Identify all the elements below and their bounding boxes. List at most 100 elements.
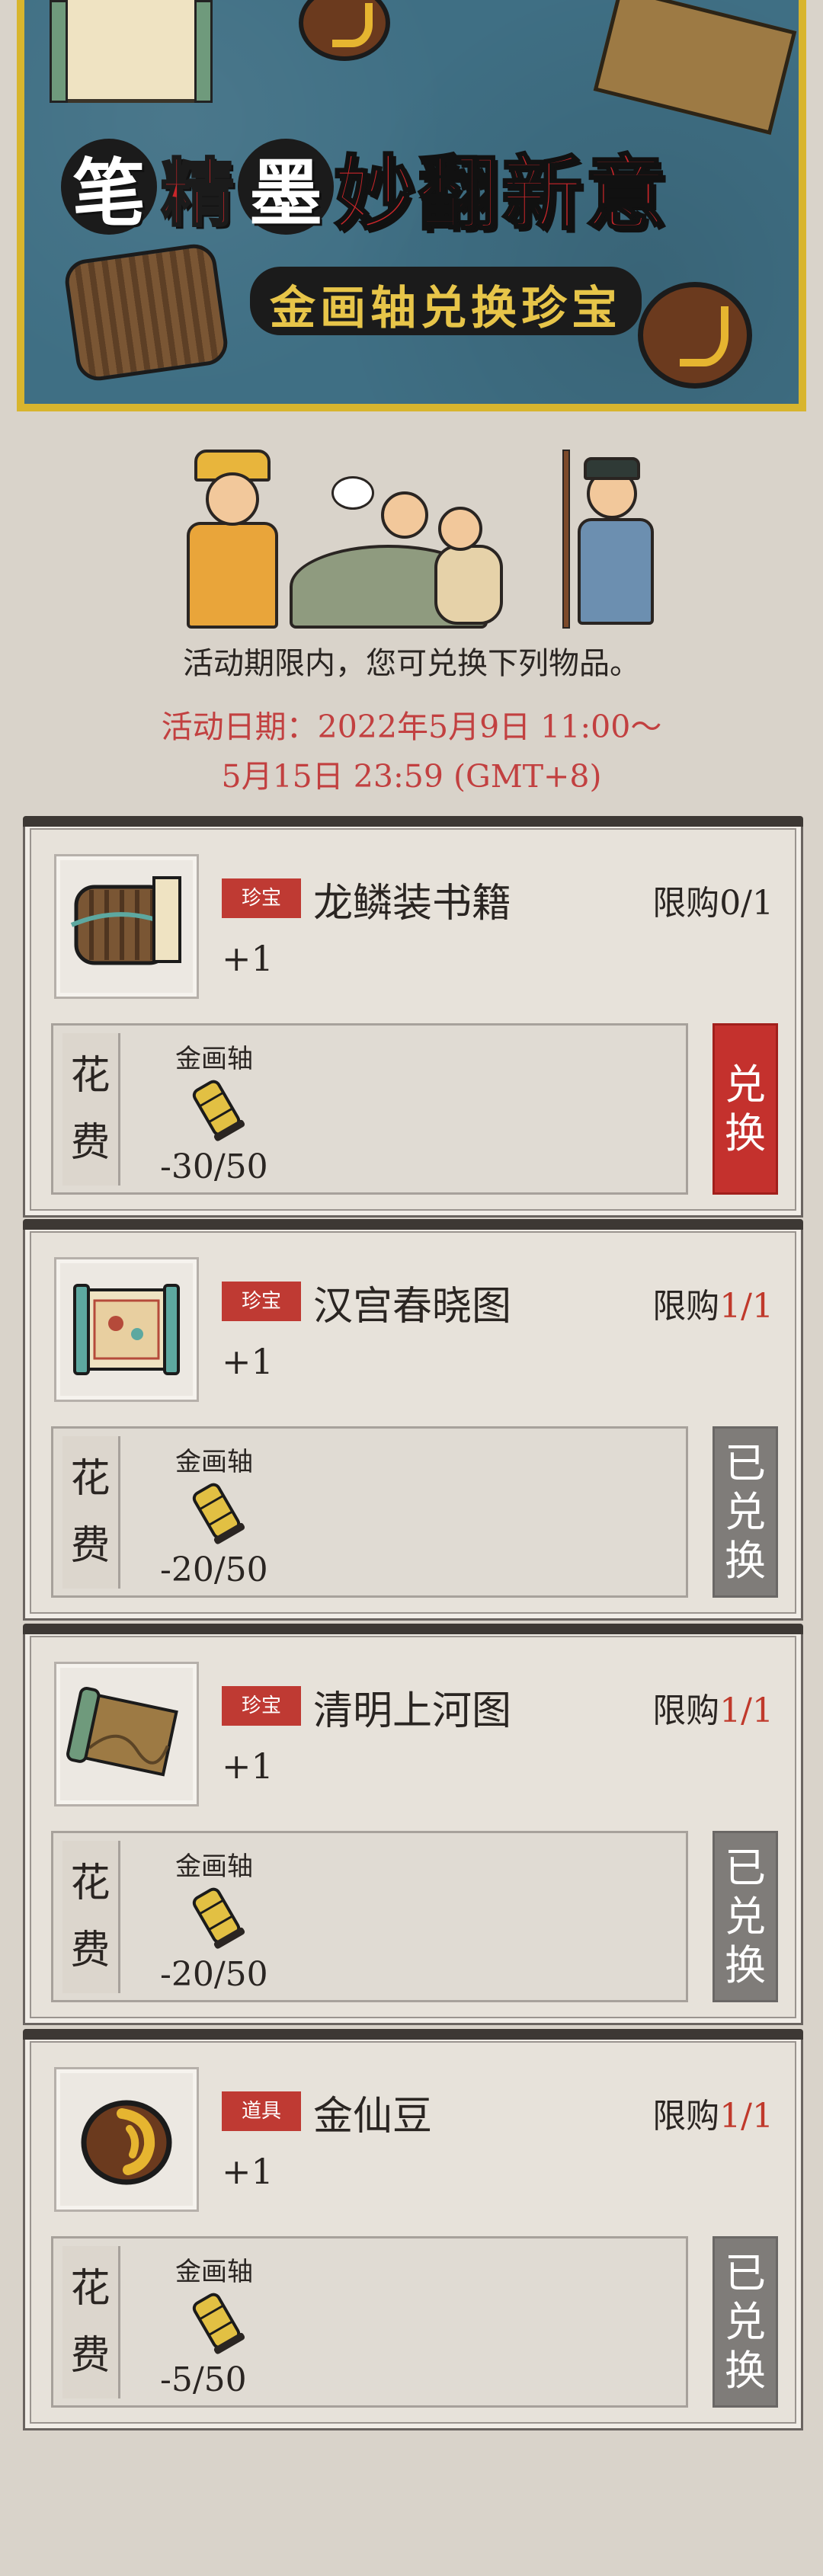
card-edge [23, 2029, 803, 2040]
cost-label-char-1: 花 [70, 1053, 110, 1099]
exchange-card: 珍宝 清明上河图 限购1/1 +1 花 费 金画轴 -20/50 已 兑 换 [23, 1624, 803, 2025]
cost-label: 花 费 [62, 2246, 120, 2398]
exchange-button-char: 兑 [725, 2297, 766, 2346]
golden-bean-icon [81, 2100, 172, 2185]
item-name: 龙鳞装书籍 [313, 881, 512, 926]
exchanged-button[interactable]: 已 兑 换 [713, 1426, 778, 1598]
title-char-2: 精 [160, 149, 235, 237]
golden-scroll-icon [192, 1483, 245, 1544]
item-image-frame[interactable] [54, 2067, 199, 2212]
item-quantity: +1 [222, 1746, 274, 1787]
banner-subtitle: 金画轴兑换珍宝 [250, 267, 642, 335]
exchanged-button[interactable]: 已 兑 换 [713, 2236, 778, 2408]
title-char-1: 笔 [61, 139, 157, 236]
exchange-button-char: 兑 [725, 1487, 766, 1536]
golden-scroll-icon [192, 1080, 245, 1141]
exchange-button-char: 换 [725, 1941, 766, 1989]
cost-panel: 花 费 金画轴 -5/50 [51, 2236, 688, 2408]
cost-count: -20/50 [160, 1955, 268, 1994]
golden-bean-decoration-icon [638, 282, 752, 389]
event-description: 活动期限内，您可兑换下列物品。 [183, 646, 640, 681]
golden-scroll-icon [192, 1887, 245, 1949]
limit-value: 0/1 [719, 884, 773, 923]
guard-character-icon [556, 450, 663, 629]
item-category-tag: 珍宝 [222, 878, 301, 918]
painting-scroll-decoration-icon [50, 0, 213, 103]
cost-count: -20/50 [160, 1550, 268, 1589]
item-name: 清明上河图 [313, 1688, 512, 1734]
limit-value: 1/1 [719, 1691, 773, 1730]
title-char-3: 墨 [238, 139, 334, 236]
limit-prefix: 限购 [652, 2097, 720, 2136]
exchange-button-char: 已 [725, 2248, 766, 2297]
limit-value: 1/1 [719, 2097, 773, 2136]
item-image-frame[interactable] [54, 1257, 199, 1402]
item-quantity: +1 [222, 938, 274, 979]
cost-panel: 花 费 金画轴 -20/50 [51, 1831, 688, 2002]
cost-label: 花 费 [62, 1841, 120, 1993]
exchange-button-char: 换 [725, 2346, 766, 2395]
cost-label: 花 费 [62, 1436, 120, 1589]
banner-title: 笔 精 墨 妙翻新意 [61, 130, 669, 244]
cost-item-name: 金画轴 [175, 2257, 253, 2287]
characters-illustration [175, 446, 663, 629]
card-edge [23, 1624, 803, 1634]
item-image-frame[interactable] [54, 1662, 199, 1806]
cost-count: -30/50 [160, 1147, 268, 1186]
cost-item-name: 金画轴 [175, 1851, 253, 1882]
card-edge [23, 1219, 803, 1230]
scroll-bundle-icon [70, 876, 181, 965]
event-banner: 笔 精 墨 妙翻新意 金画轴兑换珍宝 [17, 0, 806, 411]
cost-label-char-2: 费 [70, 2333, 110, 2379]
item-category-tag: 道具 [222, 2091, 301, 2131]
cost-label-char-2: 费 [70, 1928, 110, 1973]
exchange-button-char: 换 [725, 1109, 766, 1157]
cost-panel: 花 费 金画轴 -20/50 [51, 1426, 688, 1598]
item-category-tag: 珍宝 [222, 1686, 301, 1726]
golden-scroll-icon [192, 2293, 245, 2354]
item-image-frame[interactable] [54, 854, 199, 999]
exchange-button-char: 已 [725, 1438, 766, 1487]
event-date-line-2: 5月15日 23:59 (GMT+8) [221, 758, 602, 795]
card-edge [23, 816, 803, 827]
purchase-limit: 限购1/1 [652, 2088, 773, 2137]
official-character-icon [175, 450, 290, 629]
exchange-card: 珍宝 龙鳞装书籍 限购0/1 +1 花 费 金画轴 -30/50 兑 换 [23, 816, 803, 1218]
landscape-scroll-icon [66, 1686, 178, 1777]
limit-prefix: 限购 [652, 1691, 720, 1730]
exchange-card: 道具 金仙豆 限购1/1 +1 花 费 金画轴 -5/50 已 兑 换 [23, 2029, 803, 2430]
cost-count: -5/50 [160, 2360, 247, 2399]
item-name: 金仙豆 [313, 2094, 433, 2139]
title-rest: 妙翻新意 [333, 145, 669, 242]
cost-label-char-1: 花 [70, 1456, 110, 1502]
exchanged-button[interactable]: 已 兑 换 [713, 1831, 778, 2002]
cost-label-char-1: 花 [70, 1861, 110, 1906]
cost-label: 花 费 [62, 1033, 120, 1186]
purchase-limit: 限购0/1 [652, 875, 773, 924]
event-date-line-1: 活动日期：2022年5月9日 11:00～ [161, 709, 662, 745]
exchange-card: 珍宝 汉宫春晓图 限购1/1 +1 花 费 金画轴 -20/50 已 兑 换 [23, 1219, 803, 1621]
limit-prefix: 限购 [652, 1287, 720, 1326]
item-category-tag: 珍宝 [222, 1282, 301, 1321]
exchange-button-char: 兑 [725, 1060, 766, 1109]
purchase-limit: 限购1/1 [652, 1683, 773, 1732]
merchant-group-character-icon [290, 461, 518, 629]
scroll-bundle-decoration-icon [62, 241, 231, 384]
limit-prefix: 限购 [652, 884, 720, 923]
item-name: 汉宫春晓图 [313, 1284, 512, 1330]
limit-value: 1/1 [719, 1287, 773, 1326]
exchange-button-char: 换 [725, 1536, 766, 1585]
cost-label-char-1: 花 [70, 2266, 110, 2312]
cost-panel: 花 费 金画轴 -30/50 [51, 1023, 688, 1195]
cost-item-name: 金画轴 [175, 1044, 253, 1074]
cost-label-char-2: 费 [70, 1120, 110, 1166]
painting-scroll-icon [73, 1284, 180, 1375]
cost-item-name: 金画轴 [175, 1447, 253, 1477]
cost-label-char-2: 费 [70, 1523, 110, 1569]
exchange-button[interactable]: 兑 换 [713, 1023, 778, 1195]
purchase-limit: 限购1/1 [652, 1278, 773, 1327]
item-quantity: +1 [222, 2151, 274, 2192]
exchange-button-char: 兑 [725, 1892, 766, 1941]
exchange-button-char: 已 [725, 1843, 766, 1892]
item-quantity: +1 [222, 1341, 274, 1382]
